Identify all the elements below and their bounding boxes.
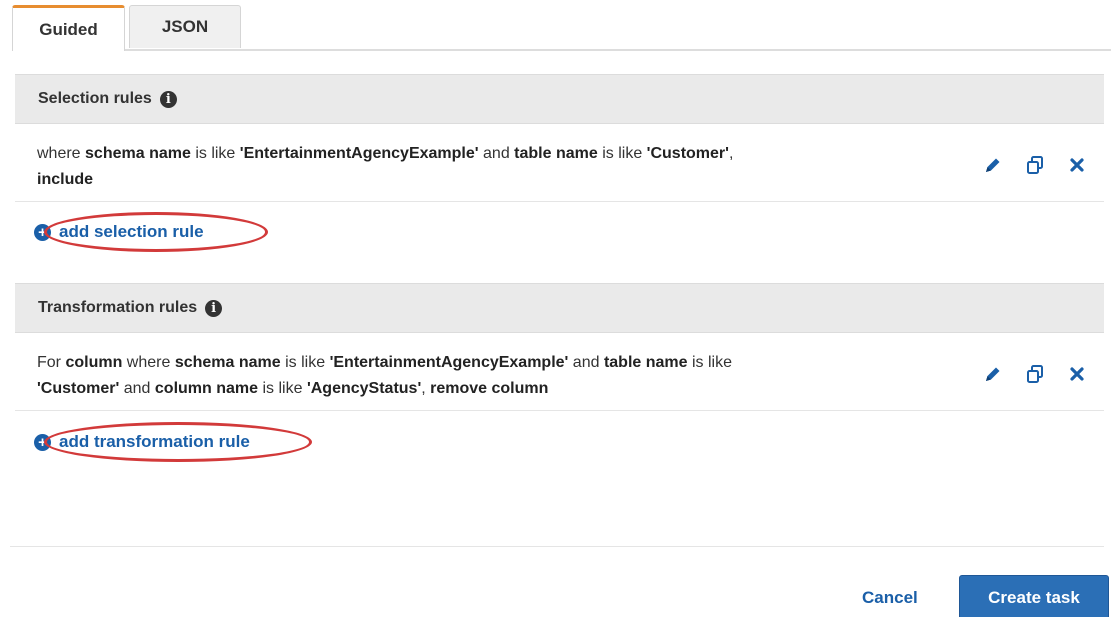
transformation-rule-actions [982, 363, 1088, 385]
add-selection-rule-link[interactable]: + add selection rule [34, 222, 204, 242]
cancel-button[interactable]: Cancel [862, 588, 918, 608]
add-transformation-rule-link[interactable]: + add transformation rule [34, 432, 250, 452]
transformation-rule-row: For column where schema name is like 'En… [15, 339, 1104, 411]
copy-icon[interactable] [1024, 154, 1046, 176]
pencil-icon[interactable] [982, 363, 1004, 385]
pencil-icon[interactable] [982, 154, 1004, 176]
create-task-button[interactable]: Create task [959, 575, 1109, 617]
plus-circle-icon: + [34, 433, 51, 451]
plus-circle-icon: + [34, 223, 51, 241]
transformation-rules-header: Transformation rules i [15, 283, 1104, 333]
info-icon[interactable]: i [205, 299, 223, 317]
tab-json[interactable]: JSON [129, 5, 241, 48]
transformation-rules-title: Transformation rules [38, 299, 198, 316]
selection-rules-header: Selection rules i [15, 74, 1104, 124]
close-icon[interactable] [1066, 154, 1088, 176]
selection-rules-title: Selection rules [38, 90, 152, 107]
selection-rule-actions [982, 154, 1088, 176]
transformation-rule-text: For column where schema name is like 'En… [37, 354, 732, 397]
tab-guided[interactable]: Guided [12, 5, 125, 51]
close-icon[interactable] [1066, 363, 1088, 385]
tab-bar: Guided JSON [12, 5, 1111, 51]
selection-rule-row: where schema name is like 'Entertainment… [15, 130, 1104, 202]
add-transformation-rule-label: add transformation rule [59, 432, 250, 451]
footer-divider [10, 546, 1104, 547]
selection-rule-text: where schema name is like 'Entertainment… [37, 145, 734, 188]
info-icon[interactable]: i [159, 90, 177, 108]
copy-icon[interactable] [1024, 363, 1046, 385]
add-selection-rule-label: add selection rule [59, 222, 204, 241]
rules-editor: Guided JSON Selection rules i where sche… [0, 0, 1111, 617]
